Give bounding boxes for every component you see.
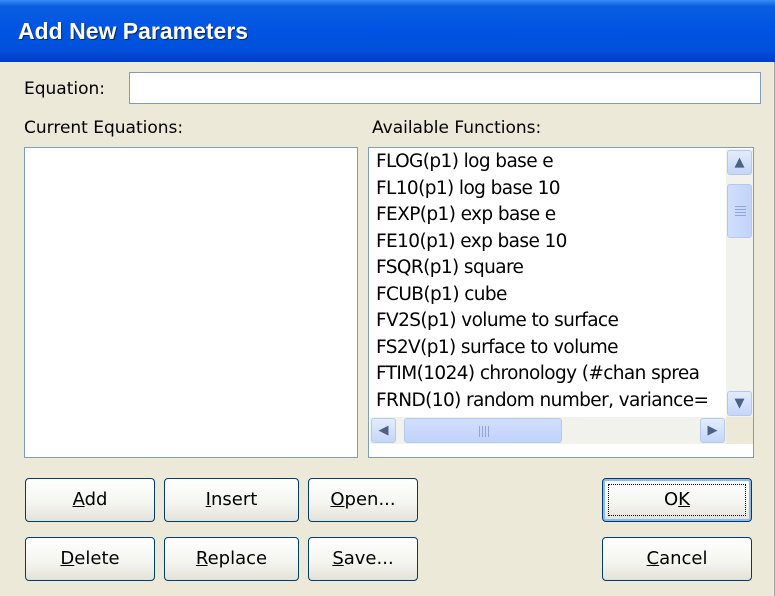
replace-button[interactable]: Replace xyxy=(164,537,299,581)
scroll-right-button[interactable]: ▶ xyxy=(700,418,725,443)
chevron-down-icon: ▼ xyxy=(734,396,745,411)
function-list-item[interactable]: FEXP(p1) exp base e xyxy=(370,202,726,229)
delete-button[interactable]: Delete xyxy=(25,537,155,581)
window-title: Add New Parameters xyxy=(18,18,249,44)
available-functions-label: Available Functions: xyxy=(372,118,542,138)
function-list-item[interactable]: FS2V(p1) surface to volume xyxy=(370,335,726,362)
add-new-parameters-dialog: Add New Parameters Equation: Current Equ… xyxy=(0,0,775,596)
scroll-up-button[interactable]: ▲ xyxy=(727,150,752,175)
current-equations-label: Current Equations: xyxy=(24,118,184,138)
available-functions-list[interactable]: FLOG(p1) log base e FL10(p1) log base 10 F… xyxy=(368,147,754,458)
save-button[interactable]: Save... xyxy=(308,537,418,581)
scroll-left-button[interactable]: ◀ xyxy=(371,418,396,443)
chevron-left-icon: ◀ xyxy=(378,423,389,438)
function-list-item[interactable]: FLOG(p1) log base e xyxy=(370,149,726,176)
add-button[interactable]: Add xyxy=(25,478,155,522)
function-list-item[interactable]: FCUB(p1) cube xyxy=(370,282,726,309)
scroll-down-button[interactable]: ▼ xyxy=(727,391,752,416)
ok-button[interactable]: OK xyxy=(602,478,752,522)
function-list-item[interactable]: FRND(10) random number, variance= xyxy=(370,388,726,415)
cancel-button[interactable]: Cancel xyxy=(602,537,752,581)
function-list-item[interactable]: FL10(p1) log base 10 xyxy=(370,176,726,203)
scrollbar-corner xyxy=(726,417,753,444)
equation-input[interactable] xyxy=(129,72,761,104)
open-button[interactable]: Open... xyxy=(308,478,418,522)
insert-button[interactable]: Insert xyxy=(164,478,299,522)
function-items: FLOG(p1) log base e FL10(p1) log base 10 F… xyxy=(370,149,726,417)
equation-label: Equation: xyxy=(24,79,106,99)
chevron-right-icon: ▶ xyxy=(707,423,718,438)
vertical-scroll-thumb[interactable] xyxy=(727,184,752,238)
chevron-up-icon: ▲ xyxy=(734,155,745,170)
vertical-scrollbar[interactable]: ▲ ▼ xyxy=(726,149,753,417)
function-list-item[interactable]: FE10(p1) exp base 10 xyxy=(370,229,726,256)
current-equations-list[interactable] xyxy=(24,147,358,458)
horizontal-scrollbar[interactable]: ◀ ▶ xyxy=(370,417,726,444)
title-bar[interactable]: Add New Parameters xyxy=(0,0,775,62)
function-list-item[interactable]: FV2S(p1) volume to surface xyxy=(370,308,726,335)
function-list-item[interactable]: FSQR(p1) square xyxy=(370,255,726,282)
horizontal-scroll-thumb[interactable] xyxy=(404,418,562,443)
function-list-item[interactable]: FTIM(1024) chronology (#chan sprea xyxy=(370,361,726,388)
